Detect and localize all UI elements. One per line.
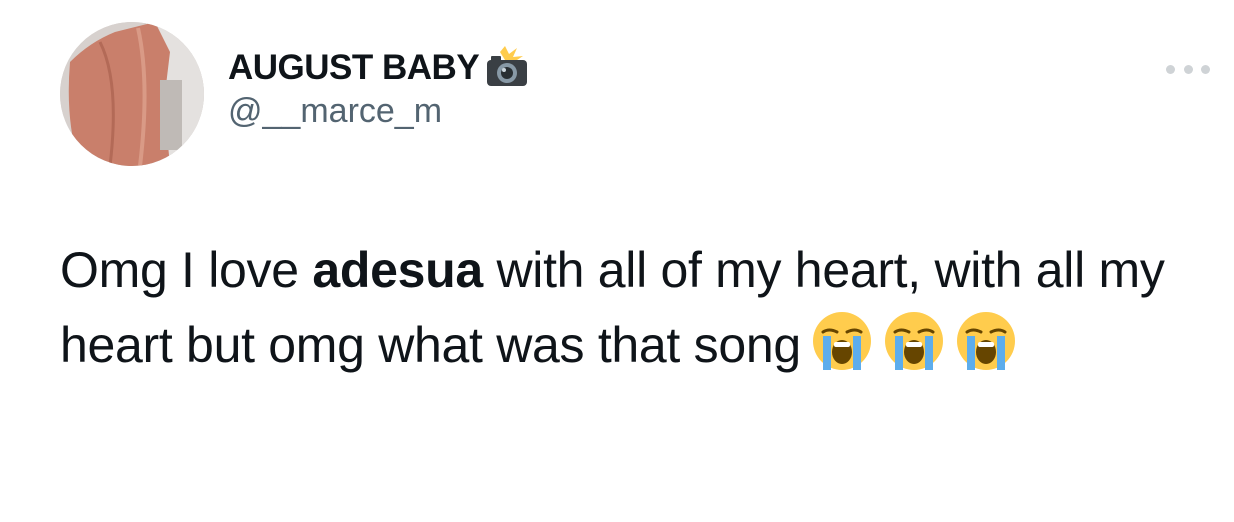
loudly-crying-face-icon [955, 310, 1017, 372]
avatar[interactable] [60, 22, 204, 166]
ellipsis-dot [1183, 64, 1193, 74]
author-block[interactable]: AUGUST BABY @__marce_m [228, 46, 531, 131]
ellipsis-dot [1201, 64, 1210, 74]
author-handle[interactable]: @__marce_m [228, 92, 531, 131]
camera-with-flash-icon [483, 46, 531, 90]
tweet-card: AUGUST BABY @__marce_m Omg I love adesua… [0, 0, 1234, 522]
loudly-crying-face-icon [883, 310, 945, 372]
more-options-button[interactable] [1166, 56, 1210, 82]
tweet-text-part-1: Omg I love [60, 242, 313, 298]
tweet-text-mention: adesua [312, 242, 483, 298]
author-display-name[interactable]: AUGUST BABY [228, 48, 480, 88]
ellipsis-icon [1166, 64, 1175, 74]
tweet-text: Omg I love adesua with all of my heart, … [60, 233, 1190, 383]
loudly-crying-face-icon [811, 310, 873, 372]
